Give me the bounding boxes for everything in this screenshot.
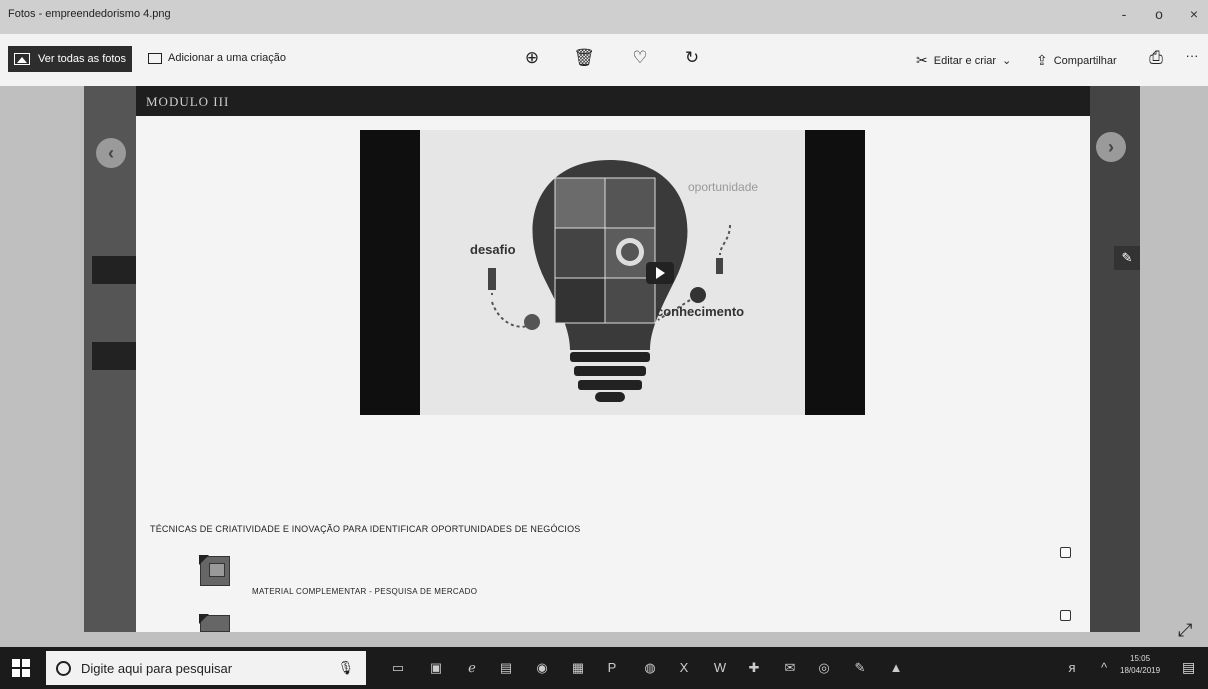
- mail-icon[interactable]: ✉: [778, 657, 802, 679]
- word-icon[interactable]: W: [708, 657, 732, 679]
- security-icon[interactable]: ✚: [742, 657, 766, 679]
- chrome-icon[interactable]: ◉: [530, 657, 554, 679]
- photo-right-sidebar: [1090, 86, 1140, 632]
- people-icon[interactable]: ᴙ: [1060, 657, 1084, 679]
- powerpoint-icon[interactable]: P: [600, 657, 624, 679]
- scissors-icon: ✂: [916, 52, 928, 68]
- photos-icon[interactable]: ▲: [884, 657, 908, 679]
- search-placeholder: Digite aqui para pesquisar: [81, 660, 233, 676]
- sidebar-block: [92, 256, 136, 284]
- pen-icon[interactable]: ✎: [848, 657, 872, 679]
- video-label-challenge: desafio: [470, 242, 516, 257]
- app-icon[interactable]: ▣: [424, 657, 448, 679]
- windows-start-icon[interactable]: [12, 659, 30, 677]
- task-view-icon[interactable]: ▭: [386, 657, 410, 679]
- share-button[interactable]: ⇪ Compartilhar: [1036, 52, 1117, 69]
- add-to-creation-label: Adicionar a uma criação: [168, 52, 287, 64]
- share-label: Compartilhar: [1053, 54, 1117, 67]
- lesson-title: TÉCNICAS DE CRIATIVIDADE E INOVAÇÃO PARA…: [150, 524, 581, 534]
- print-icon[interactable]: ⎙: [1144, 48, 1168, 68]
- file-icon[interactable]: [199, 555, 230, 586]
- lightbulb-puzzle-illustration: [488, 160, 731, 402]
- rotate-icon[interactable]: ↻: [680, 48, 704, 68]
- cortana-icon: [56, 660, 71, 676]
- taskbar-search-box[interactable]: Digite aqui para pesquisar 🎙: [46, 651, 366, 685]
- module-header: MODULO III: [136, 86, 1090, 116]
- clock-date: 18/04/2019: [1120, 666, 1161, 675]
- heart-icon[interactable]: ♡: [628, 48, 652, 68]
- excel-icon[interactable]: X: [672, 657, 696, 679]
- more-options-icon[interactable]: ···: [1180, 48, 1204, 63]
- add-to-creation-button[interactable]: Adicionar a uma criação: [148, 52, 286, 64]
- play-icon[interactable]: [646, 262, 674, 284]
- app-icon[interactable]: ◍: [638, 657, 662, 679]
- previous-arrow-icon[interactable]: ‹: [96, 138, 126, 168]
- store-icon[interactable]: ▦: [566, 657, 590, 679]
- notifications-icon[interactable]: ▤: [1182, 659, 1195, 676]
- edit-page-icon[interactable]: ✎: [1114, 246, 1140, 270]
- sidebar-block: [92, 342, 136, 370]
- windows-taskbar: Digite aqui para pesquisar 🎙 ▭ ▣ ℯ ▤ ◉ ▦…: [0, 647, 1208, 689]
- chevron-up-icon[interactable]: ^: [1092, 657, 1116, 679]
- photos-icon: [14, 53, 30, 65]
- video-thumbnail: desafio oportunidade conhecimento: [420, 130, 805, 415]
- window-title: Fotos - empreendedorismo 4.png: [8, 8, 171, 20]
- material-link[interactable]: MATERIAL COMPLEMENTAR - PESQUISA DE MERC…: [252, 587, 477, 596]
- close-button[interactable]: ×: [1180, 6, 1208, 22]
- video-label-knowledge: conhecimento: [656, 304, 745, 319]
- delete-icon[interactable]: 🗑: [572, 48, 596, 68]
- see-all-photos-label: Ver todas as fotos: [38, 53, 127, 65]
- see-all-photos-button[interactable]: Ver todas as fotos: [8, 46, 132, 72]
- system-clock[interactable]: 15:05 18/04/2019: [1120, 653, 1160, 677]
- video-player[interactable]: desafio oportunidade conhecimento: [360, 130, 865, 415]
- clock-time: 15:05: [1130, 654, 1151, 663]
- zoom-icon[interactable]: ⊕: [520, 48, 544, 68]
- slideshow-icon: [148, 52, 162, 64]
- media-icon[interactable]: ◎: [812, 657, 836, 679]
- completion-checkbox[interactable]: [1060, 547, 1071, 558]
- share-icon: ⇪: [1036, 52, 1048, 68]
- completion-checkbox[interactable]: [1060, 610, 1071, 621]
- maximize-button[interactable]: o: [1145, 6, 1173, 22]
- file-explorer-icon[interactable]: ▤: [494, 657, 518, 679]
- module-title: MODULO III: [146, 94, 230, 109]
- microphone-icon[interactable]: 🎙: [337, 660, 354, 676]
- minimize-button[interactable]: -: [1110, 6, 1138, 22]
- next-arrow-icon[interactable]: ›: [1096, 132, 1126, 162]
- photos-app-window: Fotos - empreendedorismo 4.png - o × Ver…: [0, 0, 1208, 689]
- expand-icon[interactable]: ⤢: [1178, 620, 1192, 641]
- photos-toolbar: Ver todas as fotos Adicionar a uma criaç…: [0, 34, 1208, 86]
- edit-create-button[interactable]: ✂ Editar e criar ⌄: [916, 52, 1011, 69]
- window-titlebar: Fotos - empreendedorismo 4.png - o ×: [0, 0, 1208, 34]
- file-icon[interactable]: [199, 614, 230, 632]
- chevron-down-icon: ⌄: [1002, 55, 1012, 67]
- edge-icon[interactable]: ℯ: [460, 657, 484, 679]
- video-label-opportunity: oportunidade: [688, 180, 759, 194]
- edit-create-label: Editar e criar: [933, 54, 997, 67]
